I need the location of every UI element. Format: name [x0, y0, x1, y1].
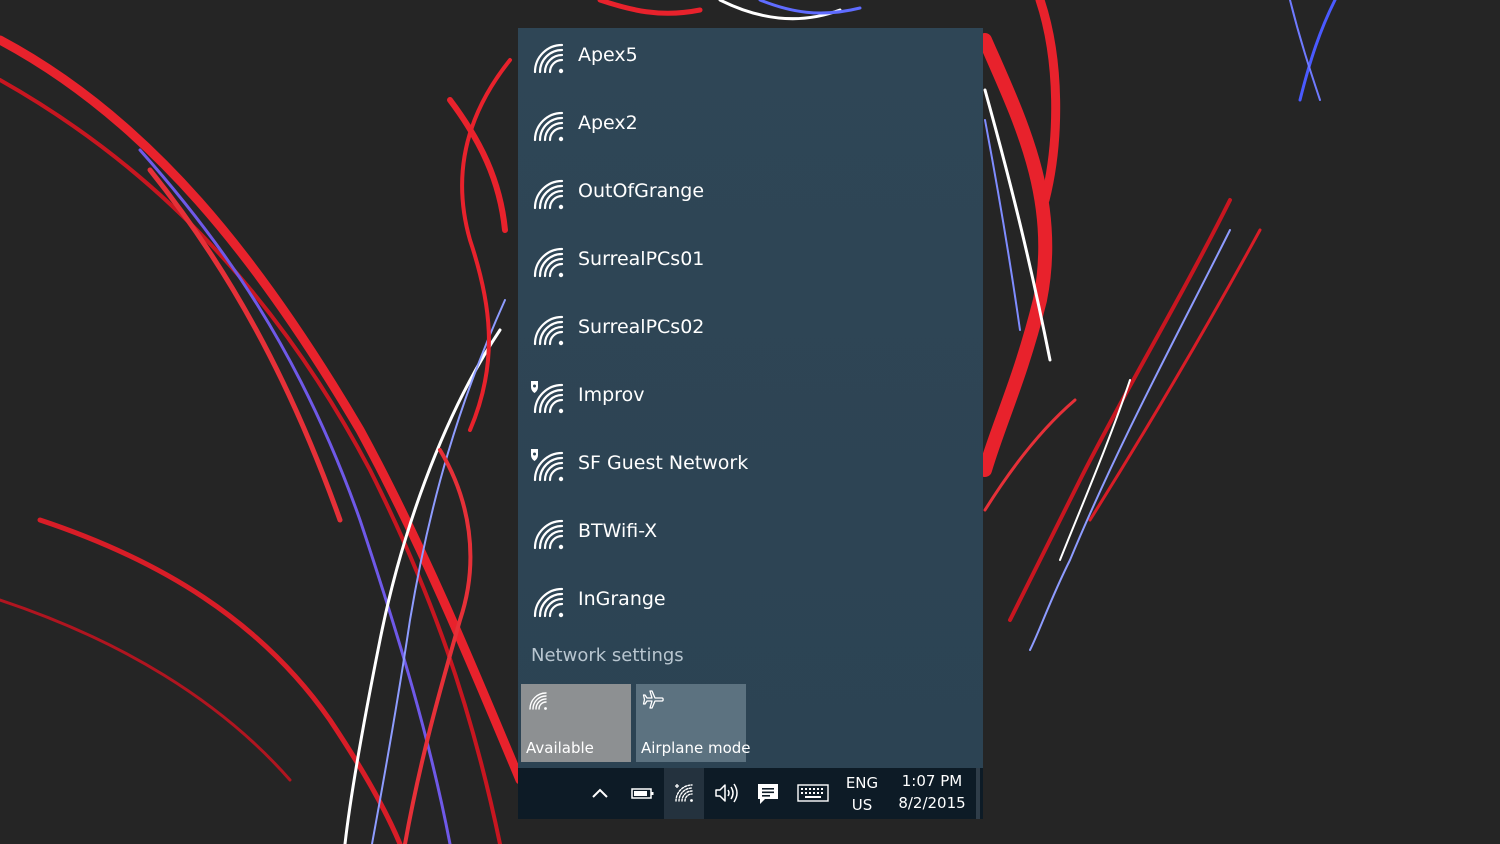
wifi-secured-icon — [531, 449, 564, 482]
action-center-button[interactable] — [748, 768, 788, 819]
airplane-icon — [642, 690, 664, 709]
network-flyout: Apex5 Apex2 OutOfGrange SurrealPCs01 Sur… — [518, 28, 983, 768]
network-name: SurrealPCs02 — [578, 316, 705, 338]
show-hidden-icons-button[interactable] — [584, 768, 616, 819]
network-item-apex5[interactable]: Apex5 — [518, 28, 983, 96]
network-item-apex2[interactable]: Apex2 — [518, 96, 983, 164]
wifi-icon — [533, 247, 564, 278]
network-name: SurrealPCs01 — [578, 248, 705, 270]
wifi-icon — [533, 519, 564, 550]
wifi-icon — [533, 43, 564, 74]
keyboard-icon — [797, 784, 829, 802]
network-item-ingrange[interactable]: InGrange — [518, 572, 983, 640]
network-item-btwifi-x[interactable]: BTWifi-X — [518, 504, 983, 572]
input-language-button[interactable]: ENG US — [840, 768, 884, 819]
wifi-icon — [533, 179, 564, 210]
clock-button[interactable]: 1:07 PM 8/2/2015 — [892, 768, 972, 819]
chevron-up-icon — [592, 788, 608, 798]
wifi-toggle-tile[interactable]: Available — [521, 684, 631, 762]
network-item-surrealpcs01[interactable]: SurrealPCs01 — [518, 232, 983, 300]
network-item-improv[interactable]: Improv — [518, 368, 983, 436]
volume-icon — [715, 783, 738, 803]
tile-label: Available — [526, 739, 594, 757]
network-name: InGrange — [578, 588, 666, 610]
network-item-sf-guest-network[interactable]: SF Guest Network — [518, 436, 983, 504]
battery-icon — [631, 788, 654, 799]
wifi-icon — [533, 315, 564, 346]
wifi-icon — [675, 784, 693, 802]
volume-button[interactable] — [706, 768, 746, 819]
battery-button[interactable] — [622, 768, 662, 819]
airplane-mode-tile[interactable]: Airplane mode — [636, 684, 751, 762]
show-desktop-button[interactable] — [976, 768, 980, 819]
action-center-icon — [758, 784, 778, 804]
network-item-outofgrange[interactable]: OutOfGrange — [518, 164, 983, 232]
network-name: BTWifi-X — [578, 520, 658, 542]
wifi-icon — [533, 587, 564, 618]
region-code: US — [851, 796, 873, 814]
tile-label: Airplane mode — [641, 739, 751, 757]
network-tray-button[interactable] — [664, 768, 704, 819]
clock-date: 8/2/2015 — [898, 794, 966, 812]
language-code: ENG — [845, 774, 879, 792]
network-settings-link[interactable]: Network settings — [531, 644, 684, 668]
network-name: SF Guest Network — [578, 452, 749, 474]
network-name: Apex2 — [578, 112, 638, 134]
taskbar: ENG US 1:07 PM 8/2/2015 — [518, 768, 983, 819]
touch-keyboard-button[interactable] — [792, 768, 834, 819]
network-name: Improv — [578, 384, 645, 406]
network-name: OutOfGrange — [578, 180, 705, 202]
wifi-icon — [533, 111, 564, 142]
network-name: Apex5 — [578, 44, 638, 66]
clock-time: 1:07 PM — [901, 772, 963, 790]
wifi-icon — [529, 692, 547, 710]
network-item-surrealpcs02[interactable]: SurrealPCs02 — [518, 300, 983, 368]
wifi-secured-icon — [531, 381, 564, 414]
